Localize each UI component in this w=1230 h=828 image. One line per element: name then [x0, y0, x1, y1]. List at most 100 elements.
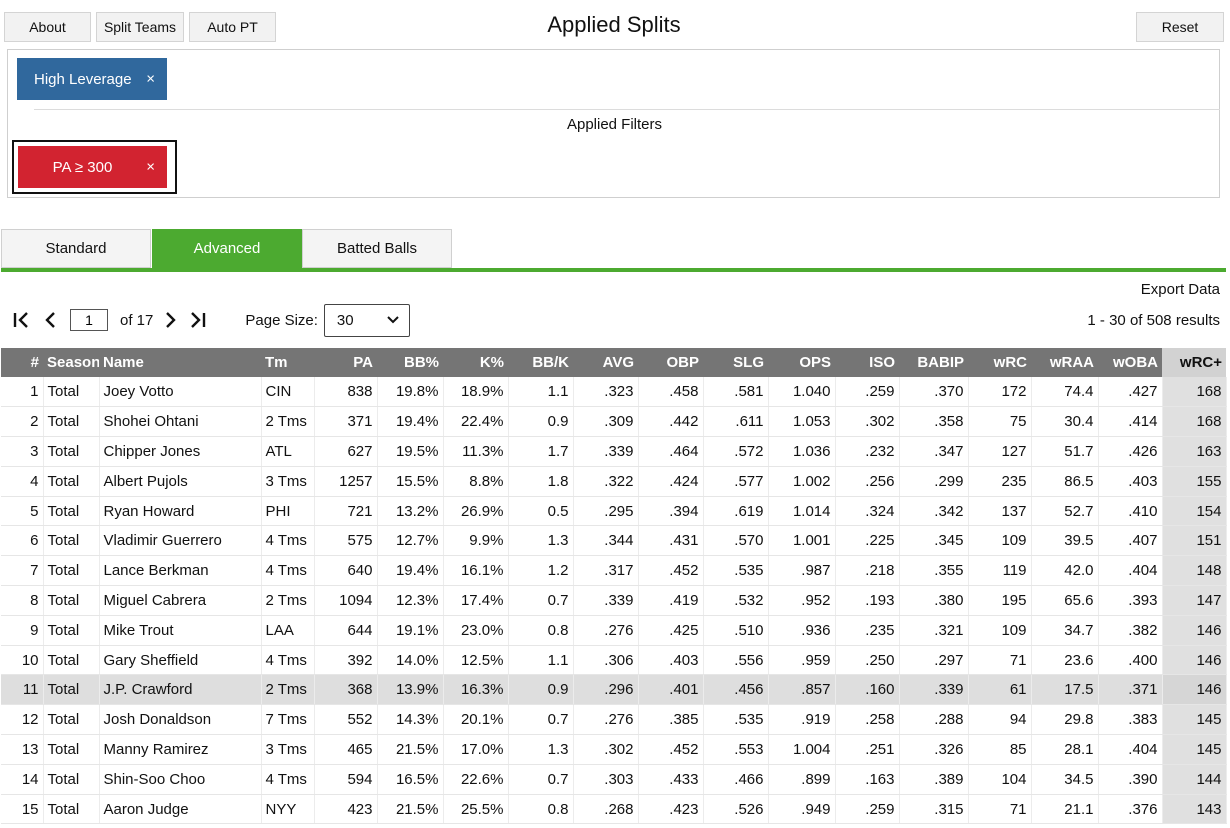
table-row[interactable]: 6 Total Vladimir Guerrero 4 Tms 575 12.7% 9.9%… — [1, 525, 1227, 557]
table-cell[interactable]: Manny Ramirez — [99, 734, 262, 765]
first-page-icon[interactable] — [12, 311, 32, 329]
table-row[interactable]: 12 Total Josh Donaldson 7 Tms 552 14.3% 20.1% 0… — [1, 704, 1227, 736]
page-size-select[interactable]: 30 — [323, 303, 410, 337]
table-cell: 14 — [1, 764, 44, 795]
table-cell: 109 — [968, 615, 1032, 646]
close-icon[interactable]: × — [146, 71, 155, 88]
tab-standard[interactable]: Standard — [1, 229, 151, 268]
table-cell: .423 — [638, 794, 704, 825]
column-header-wrc-plus[interactable]: wRC+ — [1162, 348, 1226, 377]
table-cell[interactable]: Albert Pujols — [99, 466, 262, 497]
table-cell: .393 — [1098, 585, 1163, 616]
table-cell: 7 Tms — [261, 704, 315, 736]
close-icon[interactable]: × — [146, 159, 155, 176]
table-cell[interactable]: Vladimir Guerrero — [99, 525, 262, 557]
table-cell: 109 — [968, 525, 1032, 557]
column-header-bb-k[interactable]: BB/K — [508, 348, 573, 377]
table-row[interactable]: 13 Total Manny Ramirez 3 Tms 465 21.5% 17.0% 1.… — [1, 734, 1227, 765]
table-cell: 627 — [314, 436, 378, 467]
table-cell: .403 — [1098, 466, 1163, 497]
column-header-pa[interactable]: PA — [314, 348, 377, 377]
table-cell: 21.5% — [377, 734, 444, 765]
table-row[interactable]: 3 Total Chipper Jones ATL 627 19.5% 11.3% 1.7.3… — [1, 436, 1227, 467]
table-cell[interactable]: Gary Sheffield — [99, 645, 262, 676]
export-data-link[interactable]: Export Data — [1141, 281, 1220, 298]
table-cell[interactable]: Mike Trout — [99, 615, 262, 646]
table-cell[interactable]: Aaron Judge — [99, 794, 262, 825]
column-header-rank[interactable]: # — [1, 348, 43, 377]
table-cell: Total — [43, 674, 100, 706]
column-header-name[interactable]: Name — [99, 348, 261, 377]
column-header-k[interactable]: K% — [443, 348, 508, 377]
table-row[interactable]: 4 Total Albert Pujols 3 Tms 1257 15.5% 8.8% 1.8… — [1, 466, 1227, 497]
split-chip-high-leverage[interactable]: High Leverage × — [17, 58, 167, 100]
table-cell: 12.5% — [443, 645, 509, 676]
table-cell[interactable]: Chipper Jones — [99, 436, 262, 467]
column-header-babip[interactable]: BABIP — [899, 348, 968, 377]
table-cell: 8.8% — [443, 466, 509, 497]
table-cell[interactable]: Miguel Cabrera — [99, 585, 262, 616]
column-header-avg[interactable]: AVG — [573, 348, 638, 377]
filter-chip-pa[interactable]: PA ≥ 300 × — [18, 146, 167, 188]
table-row[interactable]: 15 Total Aaron Judge NYY 423 21.5% 25.5% 0.8.26… — [1, 794, 1227, 825]
table-cell: 154 — [1162, 496, 1227, 527]
column-header-bb[interactable]: BB% — [377, 348, 443, 377]
table-cell: .458 — [638, 377, 704, 408]
table-cell[interactable]: Joey Votto — [99, 377, 262, 408]
table-cell: 12 — [1, 704, 44, 736]
table-cell[interactable]: Lance Berkman — [99, 555, 262, 587]
table-cell[interactable]: Ryan Howard — [99, 496, 262, 527]
table-cell: 143 — [1162, 794, 1227, 825]
table-cell: .919 — [768, 704, 836, 736]
table-cell: 17.5 — [1031, 674, 1099, 706]
table-cell: .258 — [835, 704, 900, 736]
table-cell: .302 — [835, 406, 900, 438]
table-cell: 146 — [1162, 674, 1227, 706]
table-row[interactable]: 9 Total Mike Trout LAA 644 19.1% 23.0% 0.8.276.… — [1, 615, 1227, 646]
prev-page-icon[interactable] — [44, 311, 56, 329]
tab-advanced[interactable]: Advanced — [152, 229, 302, 268]
table-cell: .317 — [573, 555, 639, 587]
table-cell: 148 — [1162, 555, 1227, 587]
column-header-wraa[interactable]: wRAA — [1031, 348, 1098, 377]
column-header-woba[interactable]: wOBA — [1098, 348, 1162, 377]
tab-batted-balls[interactable]: Batted Balls — [302, 229, 452, 268]
column-header-tm[interactable]: Tm — [261, 348, 314, 377]
table-cell: .296 — [573, 674, 639, 706]
table-row[interactable]: 5 Total Ryan Howard PHI 721 13.2% 26.9% 0.5.295… — [1, 496, 1227, 527]
column-header-wrc[interactable]: wRC — [968, 348, 1031, 377]
table-cell: 2 Tms — [261, 585, 315, 616]
table-cell: 12.3% — [377, 585, 444, 616]
column-header-ops[interactable]: OPS — [768, 348, 835, 377]
table-cell: 9.9% — [443, 525, 509, 557]
next-page-icon[interactable] — [165, 311, 177, 329]
table-cell: 119 — [968, 555, 1032, 587]
table-row[interactable]: 2 Total Shohei Ohtani 2 Tms 371 19.4% 22.4% 0.9… — [1, 406, 1227, 438]
table-row[interactable]: 7 Total Lance Berkman 4 Tms 640 19.4% 16.1% 1.2… — [1, 555, 1227, 587]
column-header-slg[interactable]: SLG — [703, 348, 768, 377]
table-cell: 10 — [1, 645, 44, 676]
table-cell[interactable]: Josh Donaldson — [99, 704, 262, 736]
table-cell[interactable]: Shin-Soo Choo — [99, 764, 262, 795]
table-row[interactable]: 1 Total Joey Votto CIN 838 19.8% 18.9% 1.1.323.… — [1, 377, 1227, 408]
table-cell[interactable]: J.P. Crawford — [99, 674, 262, 706]
table-cell: .342 — [899, 496, 969, 527]
table-cell: 168 — [1162, 406, 1227, 438]
page-number-input[interactable] — [70, 309, 108, 331]
column-header-iso[interactable]: ISO — [835, 348, 899, 377]
results-count: 1 - 30 of 508 results — [1087, 312, 1220, 329]
table-cell: 23.6 — [1031, 645, 1099, 676]
table-row[interactable]: 8 Total Miguel Cabrera 2 Tms 1094 12.3% 17.4% 0… — [1, 585, 1227, 616]
table-cell: .160 — [835, 674, 900, 706]
reset-button[interactable]: Reset — [1136, 12, 1224, 42]
column-header-obp[interactable]: OBP — [638, 348, 703, 377]
table-row[interactable]: 10 Total Gary Sheffield 4 Tms 392 14.0% 12.5% 1… — [1, 645, 1227, 676]
table-cell: PHI — [261, 496, 315, 527]
table-row[interactable]: 14 Total Shin-Soo Choo 4 Tms 594 16.5% 22.6% 0.… — [1, 764, 1227, 795]
table-cell: 30.4 — [1031, 406, 1099, 438]
table-cell[interactable]: Shohei Ohtani — [99, 406, 262, 438]
column-header-season[interactable]: Season — [43, 348, 99, 377]
last-page-icon[interactable] — [187, 311, 207, 329]
table-row[interactable]: 11 Total J.P. Crawford 2 Tms 368 13.9% 16.3% 0.… — [1, 674, 1227, 706]
table-cell: 1.3 — [508, 734, 574, 765]
